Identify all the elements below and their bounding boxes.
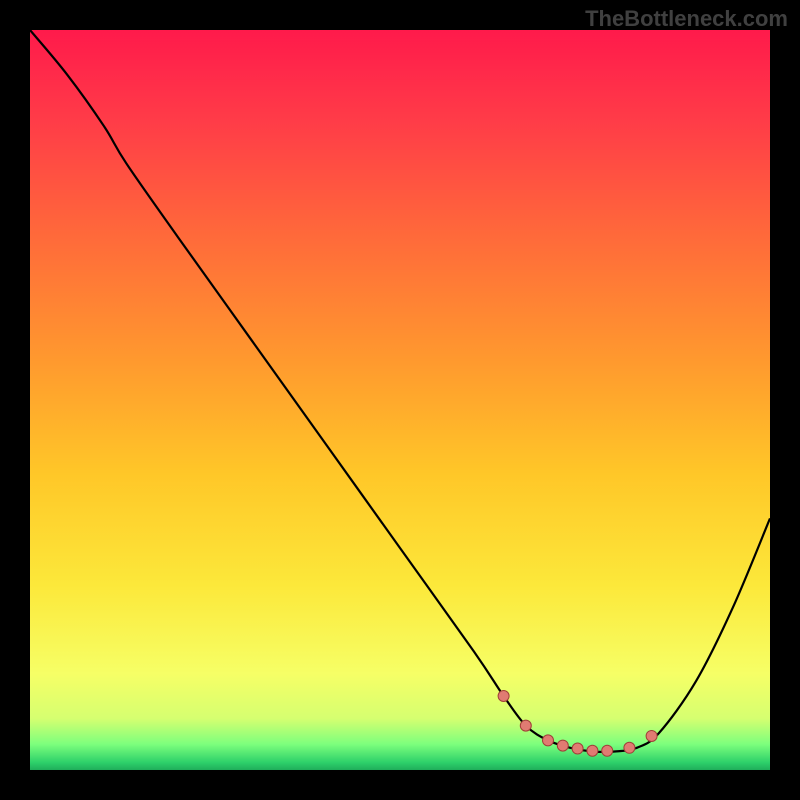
data-point-marker: [572, 743, 583, 754]
data-point-marker: [557, 740, 568, 751]
marker-layer: [30, 30, 770, 770]
data-point-marker: [602, 745, 613, 756]
chart-container: TheBottleneck.com: [0, 0, 800, 800]
data-point-marker: [646, 730, 657, 741]
data-point-markers: [498, 691, 657, 757]
plot-area: [30, 30, 770, 770]
data-point-marker: [520, 720, 531, 731]
data-point-marker: [587, 745, 598, 756]
data-point-marker: [543, 735, 554, 746]
data-point-marker: [498, 691, 509, 702]
data-point-marker: [624, 742, 635, 753]
watermark-text: TheBottleneck.com: [585, 6, 788, 32]
